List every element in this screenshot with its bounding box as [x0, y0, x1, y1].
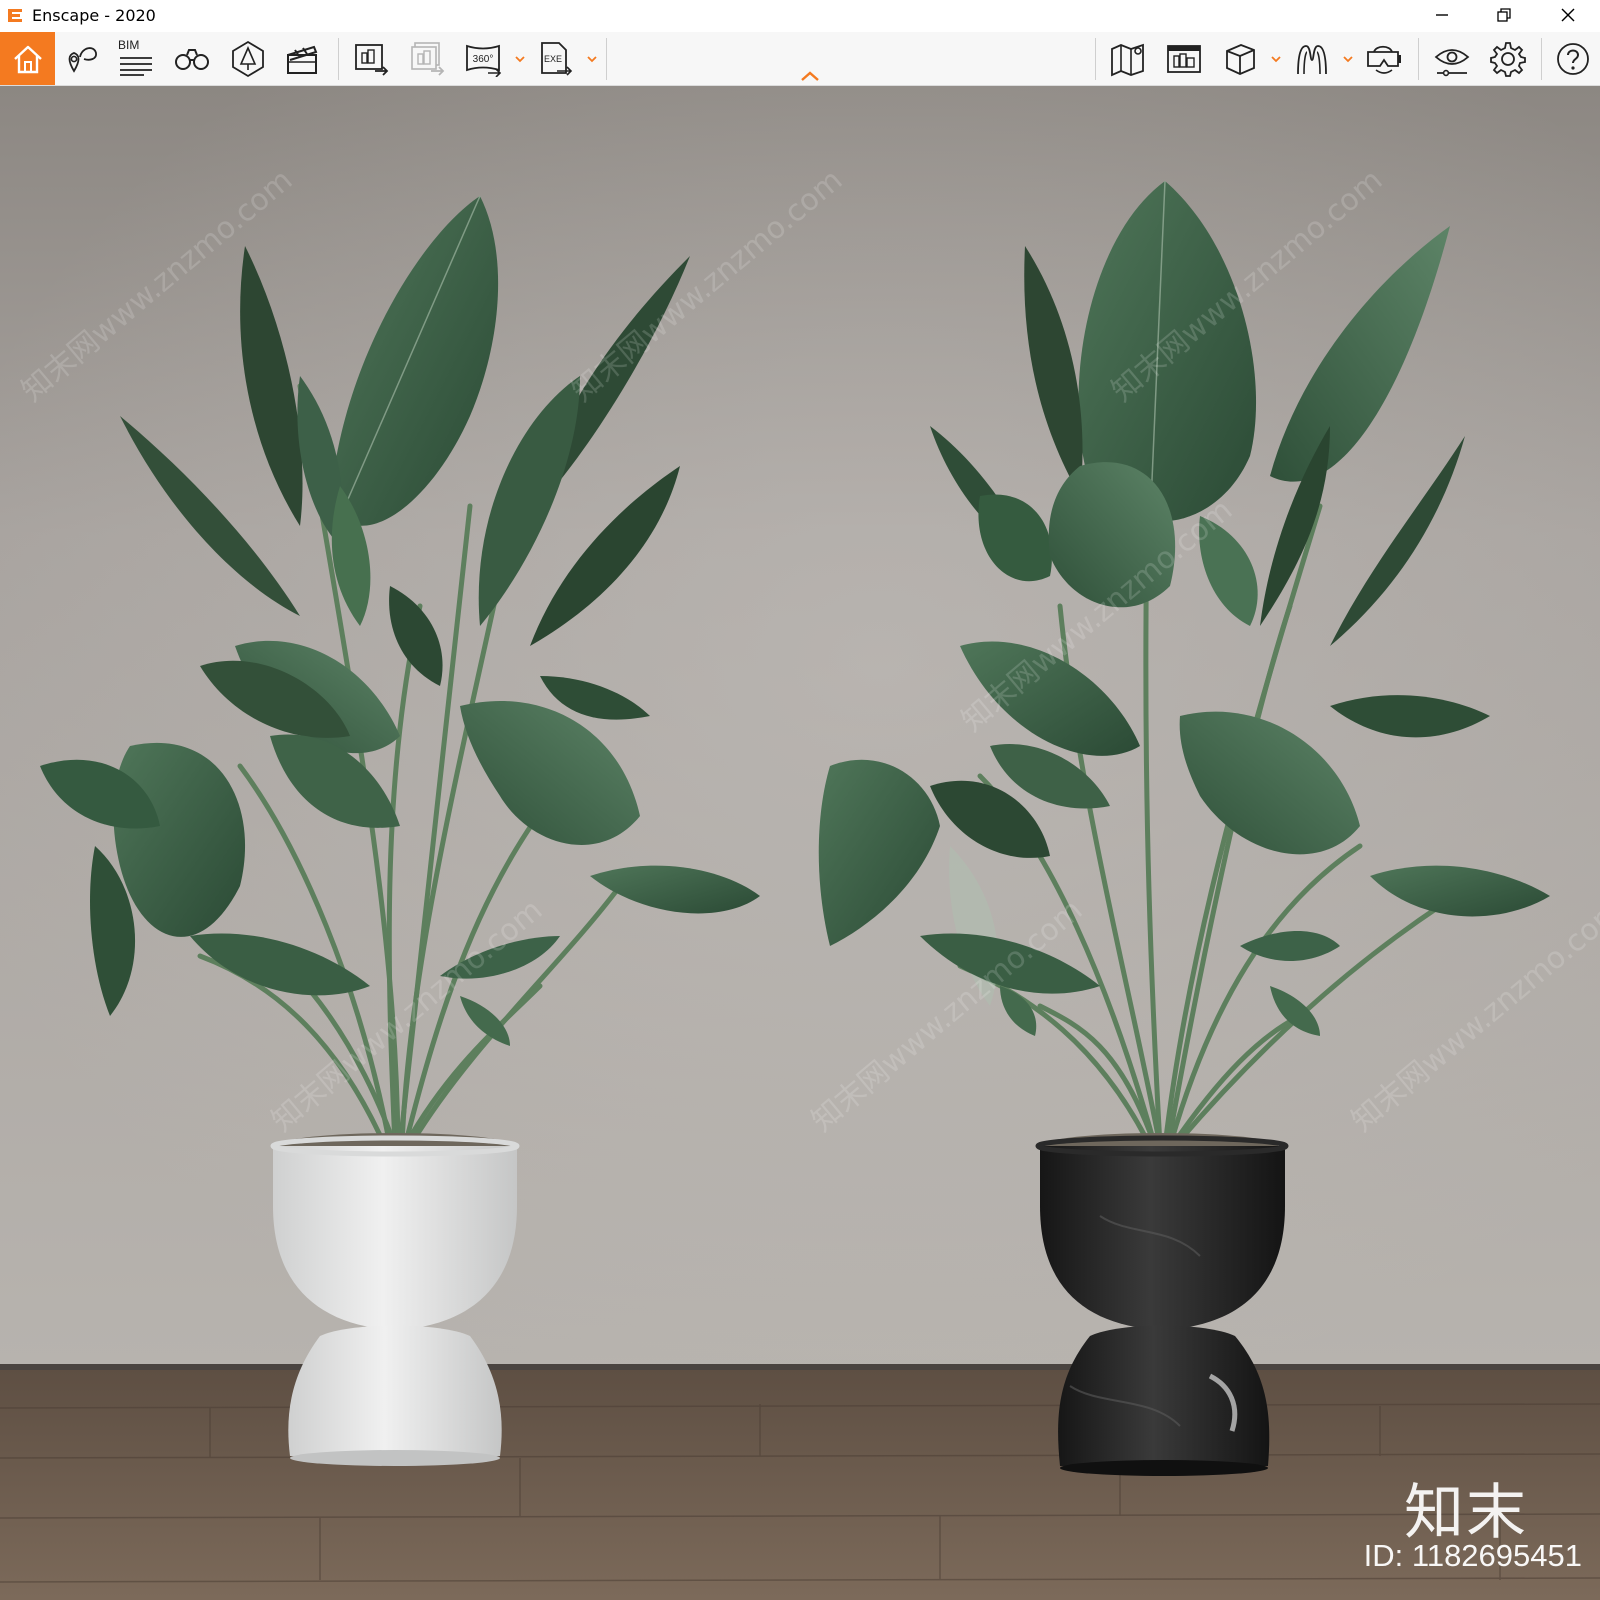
home-icon: [13, 45, 42, 73]
toolbar-separator: [1418, 38, 1419, 80]
asset-library-icon: [232, 40, 264, 78]
batch-render-button[interactable]: [408, 40, 448, 78]
render-scene: [0, 86, 1600, 1600]
walk-mode-icon: [1297, 45, 1327, 75]
binoculars-icon: [175, 49, 209, 70]
baseboard: [0, 1364, 1600, 1370]
cube-button[interactable]: [1220, 40, 1260, 78]
panorama-label: 360°: [473, 54, 494, 65]
video-editor-button[interactable]: [282, 40, 322, 78]
bim-label: BIM: [118, 38, 140, 52]
restore-icon: [1497, 8, 1511, 22]
toolbar-separator: [1095, 38, 1096, 80]
minimize-button[interactable]: [1410, 0, 1474, 30]
map-icon: [1111, 43, 1144, 77]
vr-headset-icon: [1367, 45, 1401, 74]
screenshot-icon: [1167, 45, 1201, 73]
capture-button[interactable]: [1164, 40, 1204, 78]
export-exe-button[interactable]: EXE: [536, 40, 576, 78]
render-image-button[interactable]: [352, 40, 392, 78]
close-icon: [1561, 8, 1575, 22]
close-button[interactable]: [1536, 0, 1600, 30]
toolbar-separator: [338, 38, 339, 80]
exe-label: EXE: [544, 54, 562, 64]
restore-button[interactable]: [1472, 0, 1536, 30]
batch-render-icon: [411, 42, 445, 76]
chevron-down-icon[interactable]: [513, 52, 527, 66]
vr-headset-button[interactable]: [1364, 40, 1404, 78]
chevron-down-icon[interactable]: [1269, 52, 1283, 66]
view-management-button[interactable]: [62, 40, 102, 78]
view-management-icon: [68, 47, 97, 73]
toolbar-separator: [1541, 38, 1542, 80]
settings-button[interactable]: [1488, 40, 1528, 78]
home-button[interactable]: [0, 32, 55, 85]
cube-icon: [1226, 44, 1255, 75]
gear-icon: [1490, 42, 1526, 77]
chevron-up-icon[interactable]: [798, 68, 822, 84]
panorama-360-icon: 360°: [466, 44, 502, 77]
render-viewport[interactable]: 知末网www.znzmo.com 知末网www.znzmo.com 知末网www…: [0, 86, 1600, 1600]
enscape-logo-icon: [8, 9, 22, 22]
chevron-down-icon[interactable]: [1341, 52, 1355, 66]
visual-settings-button[interactable]: [1432, 40, 1472, 78]
render-image-icon: [355, 44, 389, 76]
asset-library-button[interactable]: [228, 40, 268, 78]
panorama-button[interactable]: 360°: [464, 40, 504, 78]
eye-icon: [1434, 49, 1470, 77]
title-bar: Enscape - 2020: [0, 0, 1600, 32]
export-exe-icon: EXE: [541, 42, 573, 76]
image-id-label: ID: 1182695451: [1363, 1538, 1582, 1573]
bim-info-button[interactable]: BIM: [116, 38, 156, 78]
toolbar-separator: [606, 38, 607, 80]
window-title: Enscape - 2020: [32, 6, 156, 25]
minimap-button[interactable]: [1108, 40, 1148, 78]
help-button[interactable]: [1553, 40, 1593, 78]
help-icon: [1557, 43, 1589, 75]
minimize-icon: [1436, 14, 1448, 16]
clapperboard-icon: [287, 45, 318, 74]
fly-mode-button[interactable]: [172, 40, 212, 78]
chevron-down-icon[interactable]: [585, 52, 599, 66]
walk-mode-button[interactable]: [1292, 40, 1332, 78]
